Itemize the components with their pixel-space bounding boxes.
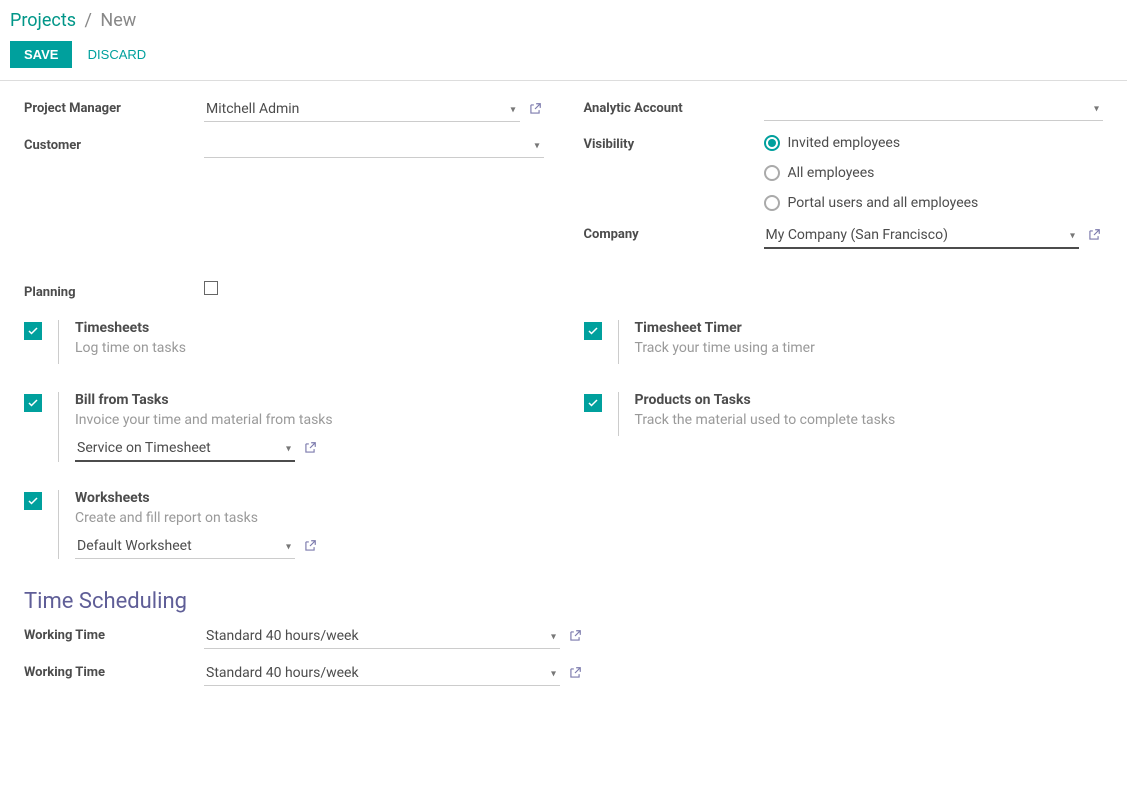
- setting-title: Timesheet Timer: [635, 320, 1104, 336]
- external-link-icon[interactable]: [568, 629, 584, 645]
- timesheet-timer-checkbox[interactable]: [584, 322, 602, 340]
- breadcrumb-root[interactable]: Projects: [10, 10, 76, 31]
- external-link-icon[interactable]: [303, 539, 319, 555]
- setting-title: Timesheets: [75, 320, 544, 336]
- setting-timesheets: Timesheets Log time on tasks: [24, 320, 544, 364]
- discard-button[interactable]: DISCARD: [76, 41, 159, 68]
- radio-icon: [764, 165, 780, 181]
- customer-input[interactable]: [204, 134, 544, 158]
- visibility-option-invited[interactable]: Invited employees: [764, 135, 979, 151]
- setting-worksheets: Worksheets Create and fill report on tas…: [24, 490, 544, 559]
- action-bar: SAVE DISCARD: [0, 37, 1127, 80]
- setting-desc: Track your time using a timer: [635, 340, 1104, 356]
- setting-timesheet-timer: Timesheet Timer Track your time using a …: [584, 320, 1104, 364]
- products-on-tasks-checkbox[interactable]: [584, 394, 602, 412]
- project-manager-input[interactable]: Mitchell Admin: [204, 97, 520, 122]
- analytic-account-input[interactable]: [764, 97, 1104, 121]
- setting-desc: Invoice your time and material from task…: [75, 412, 544, 428]
- working-time-label-1: Working Time: [24, 624, 204, 643]
- visibility-option-label: All employees: [788, 165, 875, 181]
- analytic-account-label: Analytic Account: [584, 97, 764, 116]
- form-sheet: Project Manager Mitchell Admin ▾ Custome…: [0, 80, 1127, 722]
- external-link-icon[interactable]: [568, 666, 584, 682]
- external-link-icon[interactable]: [528, 102, 544, 118]
- time-scheduling-heading: Time Scheduling: [24, 589, 1103, 614]
- working-time-input-2[interactable]: Standard 40 hours/week: [204, 661, 560, 686]
- setting-title: Bill from Tasks: [75, 392, 544, 408]
- external-link-icon[interactable]: [303, 441, 319, 457]
- planning-label: Planning: [24, 281, 204, 300]
- visibility-option-all[interactable]: All employees: [764, 165, 979, 181]
- visibility-label: Visibility: [584, 133, 764, 152]
- company-input[interactable]: My Company (San Francisco): [764, 223, 1080, 249]
- company-label: Company: [584, 223, 764, 242]
- breadcrumb-current: New: [100, 10, 136, 31]
- visibility-option-label: Portal users and all employees: [788, 195, 979, 211]
- worksheets-checkbox[interactable]: [24, 492, 42, 510]
- project-manager-label: Project Manager: [24, 97, 204, 116]
- visibility-option-portal[interactable]: Portal users and all employees: [764, 195, 979, 211]
- planning-checkbox[interactable]: [204, 281, 218, 295]
- setting-desc: Track the material used to complete task…: [635, 412, 1104, 428]
- setting-desc: Log time on tasks: [75, 340, 544, 356]
- external-link-icon[interactable]: [1087, 228, 1103, 244]
- setting-title: Worksheets: [75, 490, 544, 506]
- breadcrumb: Projects / New: [0, 0, 1127, 37]
- timesheets-checkbox[interactable]: [24, 322, 42, 340]
- radio-icon: [764, 135, 780, 151]
- setting-title: Products on Tasks: [635, 392, 1104, 408]
- visibility-option-label: Invited employees: [788, 135, 901, 151]
- visibility-radio-group: Invited employees All employees Portal u…: [764, 133, 979, 211]
- setting-products-on-tasks: Products on Tasks Track the material use…: [584, 392, 1104, 436]
- worksheets-template-input[interactable]: Default Worksheet: [75, 534, 295, 559]
- breadcrumb-separator: /: [84, 10, 91, 31]
- setting-bill-from-tasks: Bill from Tasks Invoice your time and ma…: [24, 392, 544, 462]
- bill-from-tasks-service-input[interactable]: Service on Timesheet: [75, 436, 295, 462]
- customer-label: Customer: [24, 134, 204, 153]
- setting-desc: Create and fill report on tasks: [75, 510, 544, 526]
- save-button[interactable]: SAVE: [10, 41, 72, 68]
- radio-icon: [764, 195, 780, 211]
- bill-from-tasks-checkbox[interactable]: [24, 394, 42, 412]
- working-time-input-1[interactable]: Standard 40 hours/week: [204, 624, 560, 649]
- working-time-label-2: Working Time: [24, 661, 204, 680]
